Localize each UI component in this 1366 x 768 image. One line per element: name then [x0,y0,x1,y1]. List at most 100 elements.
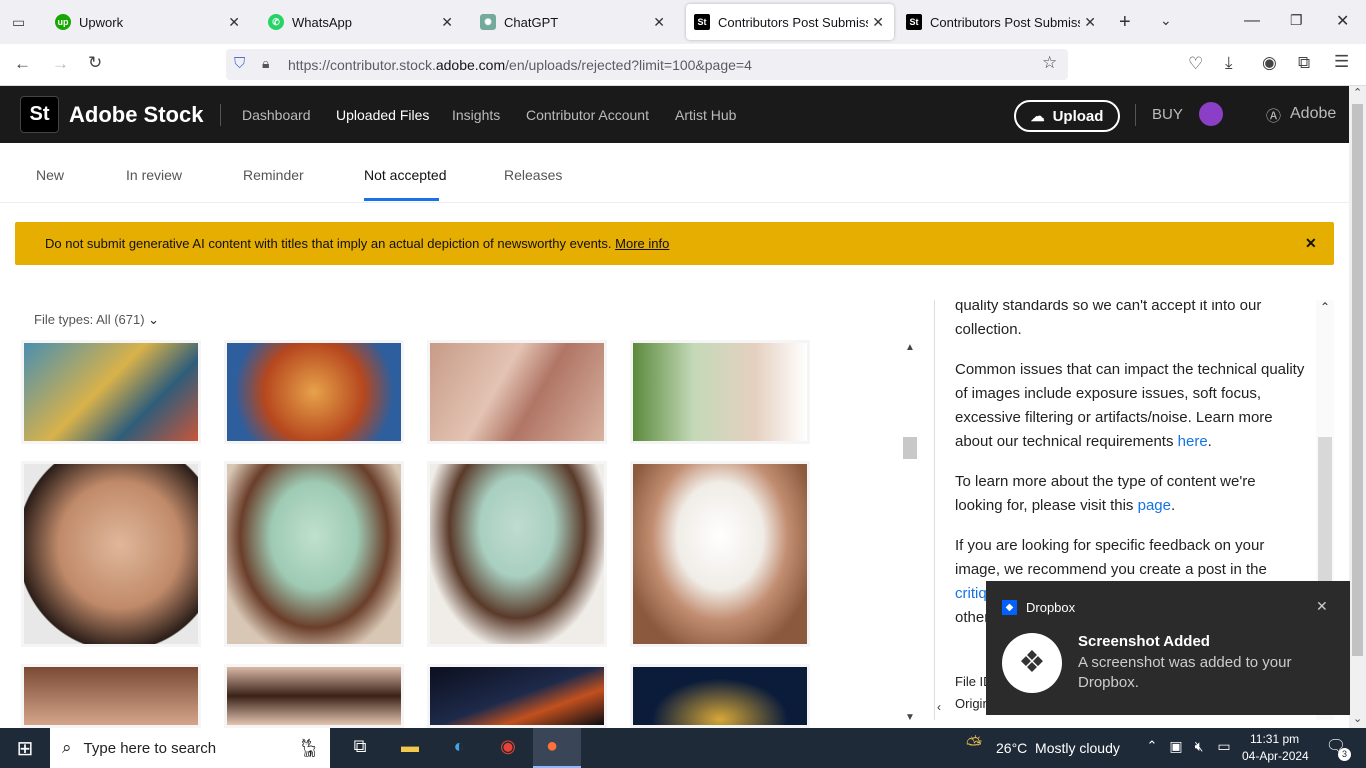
tab-manager-icon[interactable]: ▭ [12,14,25,31]
dropbox-notification[interactable]: ◆ Dropbox ✕ ❖ Screenshot Added A screens… [986,581,1350,715]
url-bar[interactable]: ⛉ 🔒︎ https://contributor.stock.adobe.com… [226,49,1068,80]
back-icon[interactable]: ← [14,54,31,74]
brand-name[interactable]: Adobe Stock [69,102,203,128]
weather-text[interactable]: 26°C Mostly cloudy [996,740,1120,756]
scroll-down-icon[interactable]: ▼ [905,712,915,723]
thumbnail[interactable] [224,664,404,728]
deer-illustration-icon: 🦌︎ [297,737,320,758]
edge-icon[interactable]: ◐ [447,736,471,760]
scrollbar-thumb[interactable] [1318,437,1332,587]
close-icon[interactable]: ✕ [1305,235,1317,252]
shield-icon[interactable]: ⛉ [234,55,245,72]
nav-contributor-account[interactable]: Contributor Account [526,107,649,123]
thumbnail[interactable] [630,461,810,647]
chrome-icon[interactable]: ◉ [496,736,520,760]
thumbnail[interactable] [427,461,607,647]
tab-contributors[interactable]: St Contributors Post Submission ✕ [906,0,1106,44]
taskbar-search[interactable]: ⌕ Type here to search 🦌︎ [50,728,330,768]
bookmark-star-icon[interactable]: ☆ [1042,53,1057,73]
menu-icon[interactable]: ☰ [1334,52,1349,72]
more-info-link[interactable]: More info [615,236,669,251]
page-scrollbar[interactable]: ⌃ ⌄ [1349,86,1366,728]
network-icon[interactable]: ▭ [1212,738,1236,762]
chevron-down-icon[interactable]: ⌄ [1160,12,1172,29]
thumbnail[interactable] [427,340,607,444]
upwork-icon: up [55,14,71,30]
file-explorer-icon[interactable]: ▬ [398,736,422,760]
tab-new[interactable]: New [36,167,64,183]
whatsapp-icon: ✆ [268,14,284,30]
pocket-icon[interactable]: ♡ [1188,54,1203,74]
nav-artist-hub[interactable]: Artist Hub [675,107,736,123]
windows-start-icon[interactable]: ⊞ [13,736,37,760]
thumbnail[interactable] [21,664,201,728]
scrollbar-thumb[interactable] [1352,104,1363,656]
scroll-up-icon[interactable]: ⌃ [1353,86,1362,99]
tab-in-review[interactable]: In review [126,167,182,183]
extensions-icon[interactable]: ⧉ [1298,53,1310,73]
technical-requirements-link[interactable]: here [1178,433,1208,450]
avatar[interactable] [1199,102,1223,126]
lock-icon[interactable]: 🔒︎ [262,55,269,72]
thumbnail[interactable] [630,664,810,728]
thumbnail[interactable] [21,461,201,647]
chevron-left-icon[interactable]: ‹ [937,700,941,714]
clock-date[interactable]: 04-Apr-2024 [1242,749,1309,763]
taskbar-firefox-active[interactable]: ● [533,728,581,768]
url-text[interactable]: https://contributor.stock.adobe.com/en/u… [288,57,752,73]
scroll-down-icon[interactable]: ⌄ [1353,712,1362,725]
scroll-up-icon[interactable]: ▲ [905,342,915,353]
firefox-icon: ● [546,735,559,757]
file-types-filter[interactable]: File types: All (671) ⌄ [34,312,159,328]
clock-time[interactable]: 11:31 pm [1250,732,1299,746]
chevron-up-icon[interactable]: ⌃ [1140,738,1164,762]
close-icon[interactable]: ✕ [441,14,453,31]
thumbnail[interactable] [21,340,201,444]
tab-releases[interactable]: Releases [504,167,562,183]
adobe-stock-logo[interactable]: St [20,96,59,133]
tab-reminder[interactable]: Reminder [243,167,304,183]
adobe-label[interactable]: Adobe [1290,105,1336,123]
close-icon[interactable]: ✕ [872,14,884,31]
weather-icon[interactable]: ⛅︎ [962,734,986,758]
nav-dashboard[interactable]: Dashboard [242,107,311,123]
restore-icon[interactable]: ❐ [1290,12,1303,29]
thumbnail[interactable] [224,340,404,444]
tab-contributors-active[interactable]: St Contributors Post Submission ✕ [686,4,894,40]
minimize-icon[interactable]: — [1244,12,1260,30]
volume-muted-icon[interactable]: 🔇︎ [1187,738,1211,762]
scroll-up-icon[interactable]: ⌃ [1320,300,1330,314]
tab-upwork[interactable]: up Upwork ✕ [55,0,250,44]
upload-button[interactable]: ☁ Upload [1014,100,1120,132]
tab-whatsapp[interactable]: ✆ WhatsApp ✕ [268,0,463,44]
chevron-down-icon: ⌄ [148,312,160,327]
critique-link[interactable]: critiq [955,585,987,602]
window-close-icon[interactable]: ✕ [1336,11,1349,31]
grid-scrollbar[interactable]: ▲ ▼ [902,340,918,728]
content-page-link[interactable]: page [1138,497,1171,514]
close-icon[interactable]: ✕ [1084,14,1096,31]
tab-chatgpt[interactable]: ✺ ChatGPT ✕ [480,0,675,44]
windows-taskbar: ⊞ ⌕ Type here to search 🦌︎ ⧉ ▬ ◐ ◉ ● ⛅︎ … [0,728,1366,768]
close-icon[interactable]: ✕ [228,14,240,31]
reload-icon[interactable]: ↻ [88,53,102,73]
device-icon[interactable]: ▣ [1164,738,1188,762]
nav-insights[interactable]: Insights [452,107,500,123]
close-icon[interactable]: ✕ [653,14,665,31]
site-header: St Adobe Stock Dashboard Uploaded Files … [0,86,1349,143]
scrollbar-thumb[interactable] [903,437,917,459]
account-icon[interactable]: ◉ [1262,53,1277,73]
thumbnail[interactable] [630,340,810,444]
tab-not-accepted[interactable]: Not accepted [364,167,447,183]
task-view-icon[interactable]: ⧉ [348,736,372,760]
thumbnail[interactable] [224,461,404,647]
adobe-logo-icon[interactable]: Ⓐ [1266,105,1281,126]
download-icon[interactable]: ⤓ [1225,53,1233,73]
thumbnail[interactable] [427,664,607,728]
new-tab-icon[interactable]: + [1119,11,1131,34]
active-tab-indicator [364,198,439,201]
buy-link[interactable]: BUY [1152,106,1183,123]
forward-icon[interactable]: → [52,54,69,74]
nav-uploaded-files[interactable]: Uploaded Files [336,107,429,123]
close-icon[interactable]: ✕ [1316,598,1328,615]
